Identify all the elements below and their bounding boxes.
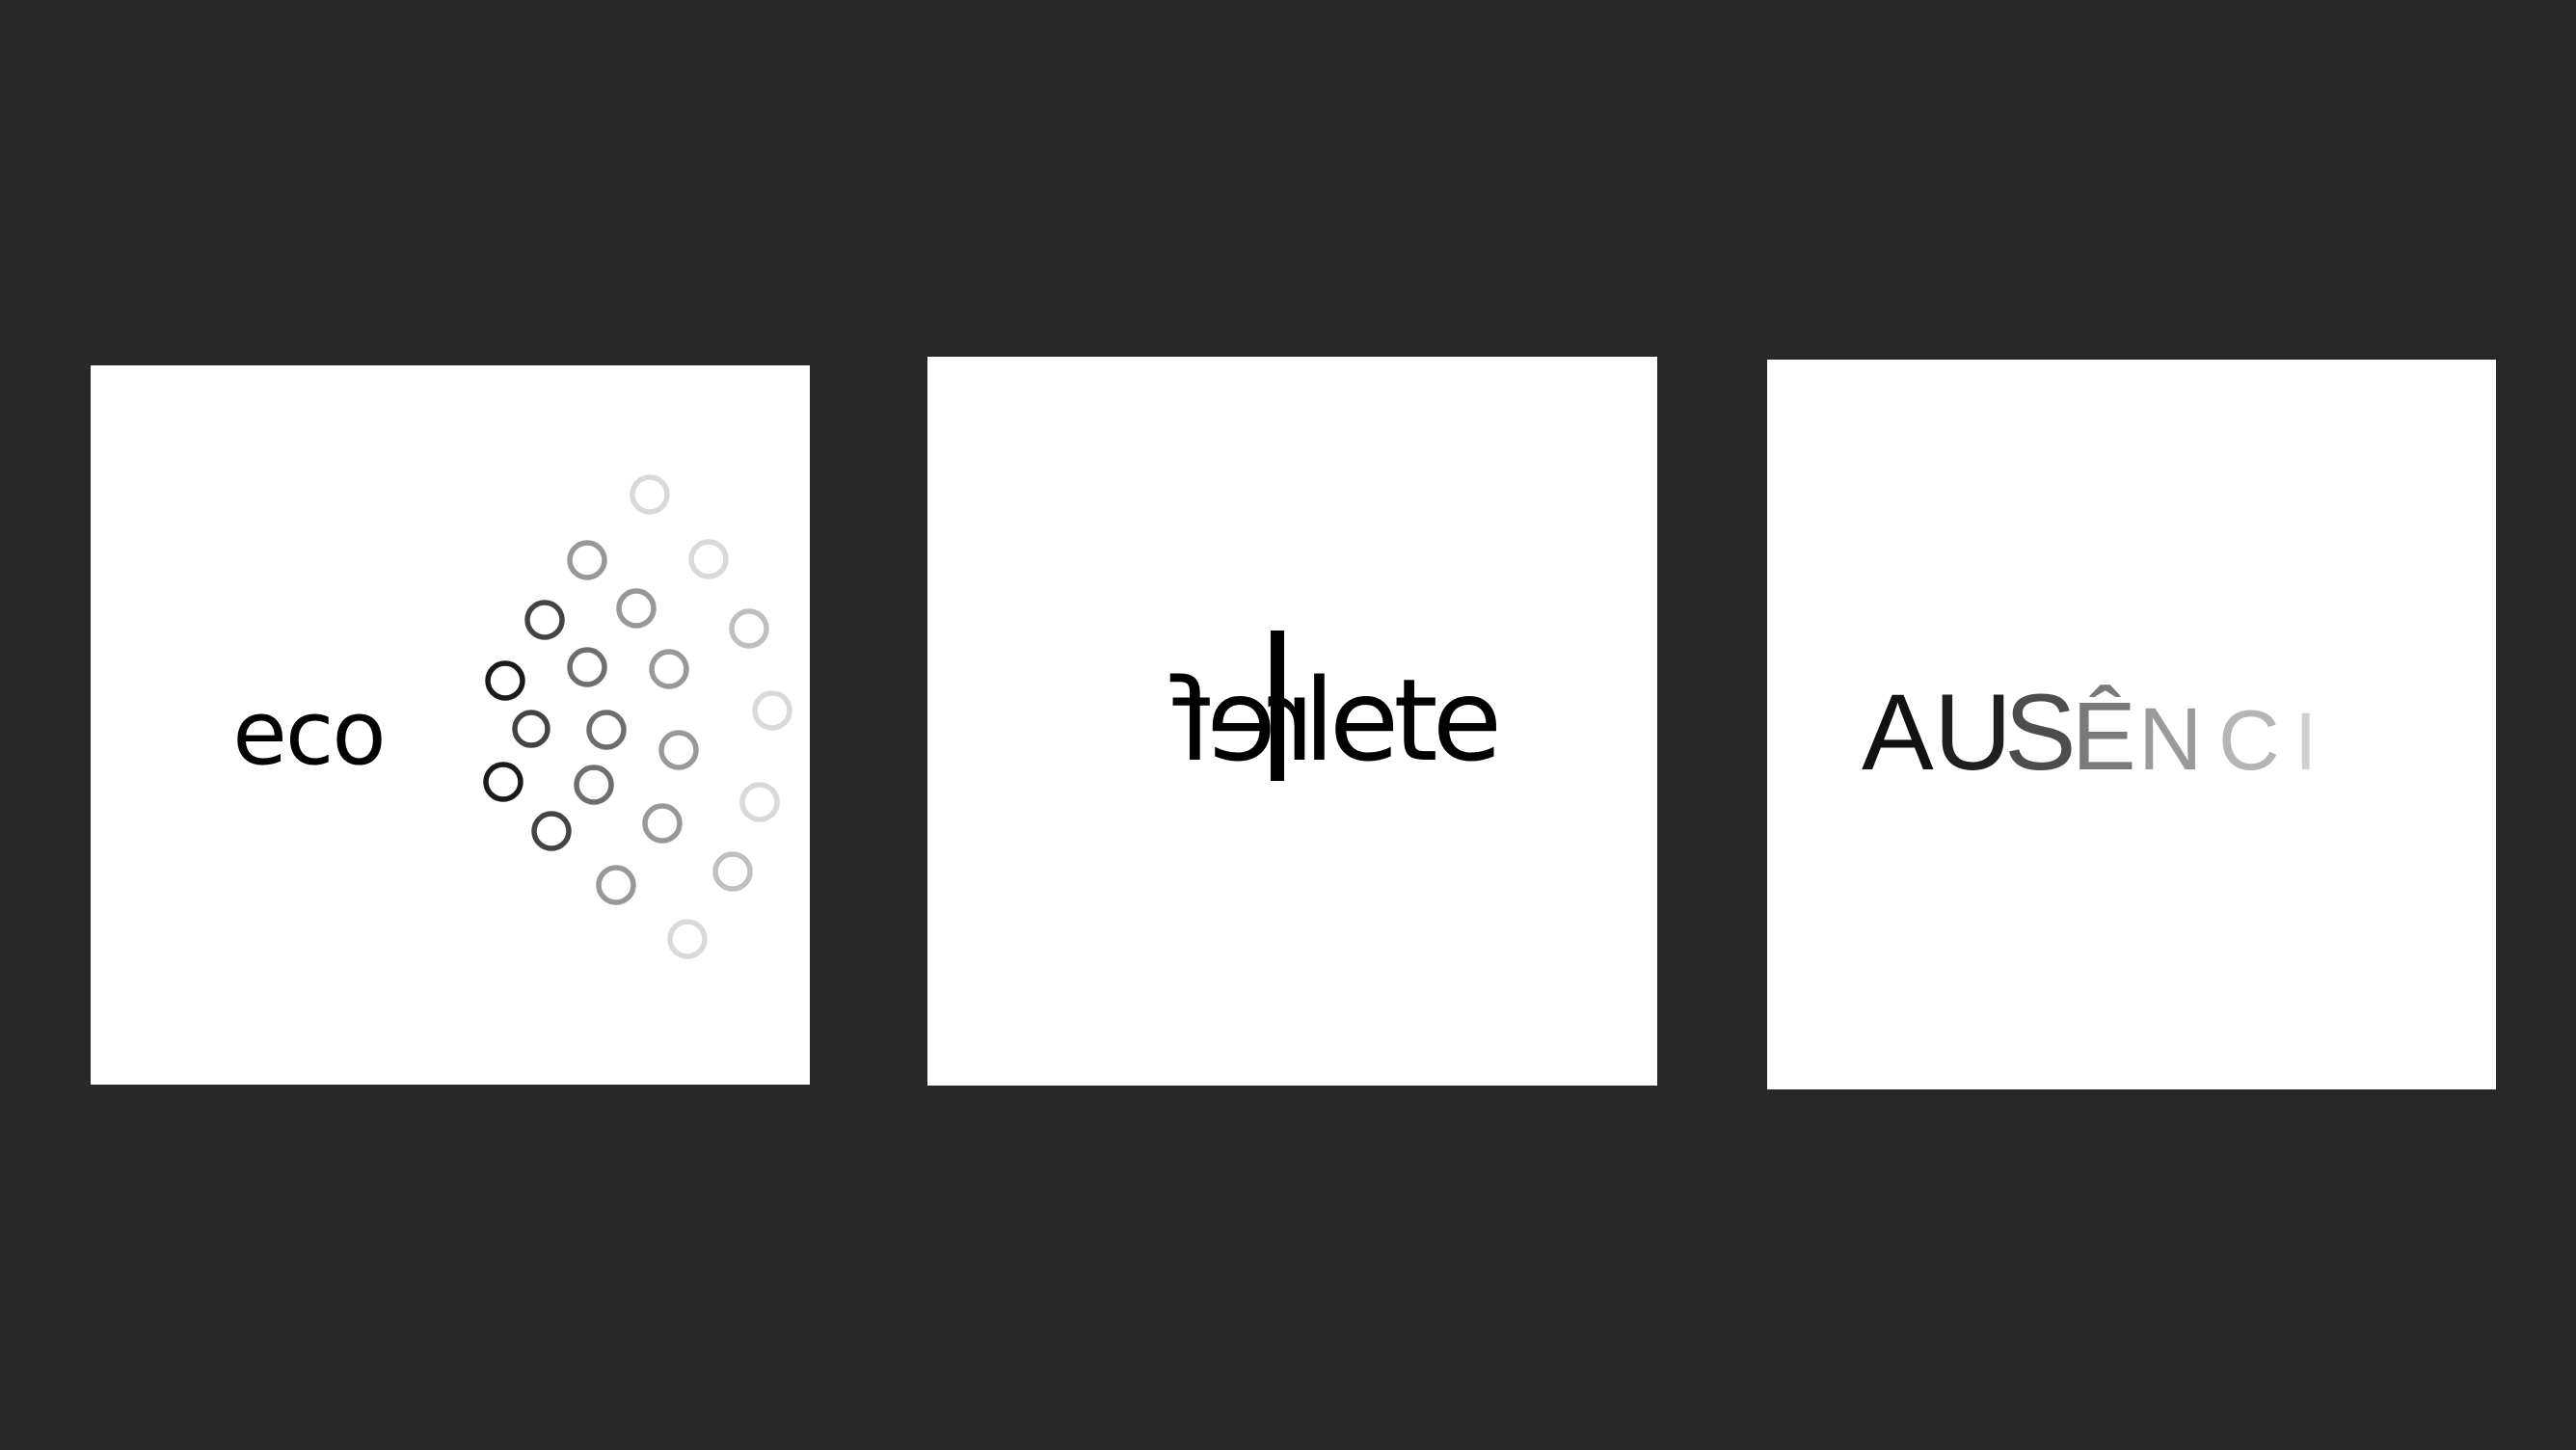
ausencia-letter: Ê <box>2072 683 2136 791</box>
reflete-stem <box>1271 631 1284 781</box>
reflete-logo: ref lete <box>1169 631 1503 787</box>
eco-dot <box>739 782 780 822</box>
ausencia-letters: A USÊ N C I <box>1862 672 2317 792</box>
eco-logo: eco <box>232 474 792 959</box>
eco-dot <box>729 608 769 649</box>
eco-dot <box>567 540 607 580</box>
eco-dot <box>586 710 627 750</box>
eco-dot <box>616 588 657 629</box>
ausencia-letter: N <box>2138 690 2202 789</box>
eco-dot <box>649 649 689 689</box>
eco-dot <box>485 660 525 701</box>
reflete-logo-card: ref lete <box>927 357 1657 1086</box>
ausencia-letter: C <box>2218 692 2280 788</box>
eco-dot <box>512 710 550 748</box>
eco-dot <box>574 765 614 805</box>
eco-dot <box>658 730 699 770</box>
eco-dot <box>483 762 523 802</box>
eco-dot <box>667 919 708 959</box>
ausencia-logo: A USÊ N C I <box>1862 672 2317 792</box>
eco-logo-word: eco <box>232 682 384 785</box>
eco-logo-dots <box>483 474 792 959</box>
eco-dot <box>712 851 753 892</box>
eco-logo-card: eco <box>91 365 810 1085</box>
ausencia-letter: A <box>1862 672 1934 792</box>
eco-dot <box>567 647 607 687</box>
eco-dot <box>531 811 572 851</box>
reflete-mirrored-part: ref <box>1169 654 1315 787</box>
ausencia-letter: I <box>2294 696 2317 787</box>
eco-dot <box>688 539 729 579</box>
eco-dot <box>752 690 792 731</box>
eco-dot <box>596 865 636 905</box>
ausencia-letter: S <box>2004 672 2077 792</box>
eco-dot <box>642 803 683 844</box>
eco-dot <box>630 474 670 515</box>
ausencia-letter: U <box>1934 672 2012 792</box>
eco-dot <box>524 600 565 640</box>
ausencia-logo-card: AUSÊNCI <box>1767 360 2496 1089</box>
reflete-word-part: lete <box>1303 654 1497 787</box>
